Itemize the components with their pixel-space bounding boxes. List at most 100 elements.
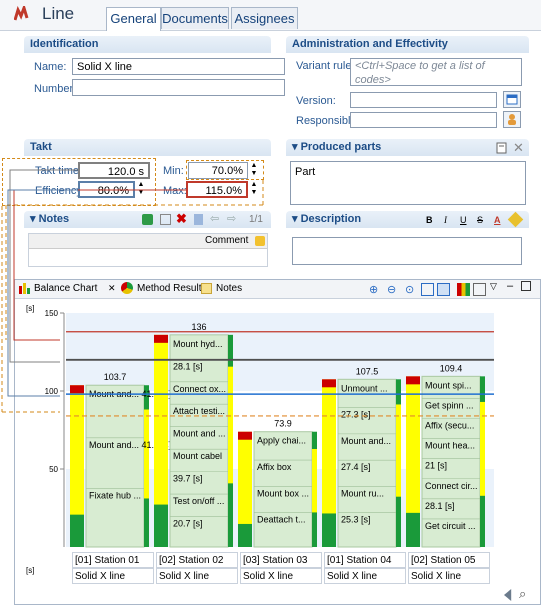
station-side-bar-yellow: [144, 409, 149, 499]
produced-parts-header[interactable]: ▾ Produced parts: [286, 139, 529, 156]
max-spinner[interactable]: ▲ ▼: [249, 181, 259, 198]
tab-documents[interactable]: Documents: [161, 7, 229, 29]
task-label: Mount box ...: [257, 488, 309, 498]
tab-notes[interactable]: Notes: [216, 283, 242, 294]
max-field[interactable]: 115.0%: [186, 181, 248, 198]
station-status-bar-red: [322, 379, 336, 388]
remove-part-icon[interactable]: ✕: [513, 140, 524, 156]
next-note-icon[interactable]: ⇨: [227, 212, 236, 225]
document-icon[interactable]: [194, 214, 203, 225]
takt-time-field[interactable]: 120.0 s: [78, 162, 150, 179]
previous-note-icon[interactable]: ⇦: [210, 212, 219, 225]
maximize-icon[interactable]: [521, 281, 531, 291]
station-name-cell[interactable]: [01] Station 04: [324, 552, 406, 568]
zoom-fit-icon[interactable]: ⊙: [405, 283, 414, 296]
version-field[interactable]: [350, 92, 497, 108]
task-label: Apply chai...: [257, 436, 306, 446]
station-name-cell[interactable]: [01] Station 01: [72, 552, 154, 568]
notes-section: ▾ Notes ✖ ⇦ ⇨ 1/1 Comment: [24, 211, 271, 269]
task-label: Unmount ...: [341, 383, 388, 393]
station-total-label: 136: [191, 322, 206, 332]
task-label: 20.7 [s]: [173, 519, 203, 529]
number-label: Number:: [34, 83, 77, 95]
y-tick-label: 100: [45, 387, 59, 396]
comment-column-header[interactable]: Comment: [205, 235, 248, 246]
new-note-icon[interactable]: [160, 214, 171, 225]
add-part-icon[interactable]: [496, 142, 508, 154]
station-status-bar-green: [238, 523, 252, 547]
description-header[interactable]: ▾ Description: [286, 211, 529, 228]
task-label: 21 [s]: [425, 461, 447, 471]
collapse-icon: ▾: [292, 213, 301, 225]
station-status-bar-red: [406, 376, 420, 385]
comment-icon[interactable]: [255, 236, 265, 246]
station-line-cell[interactable]: Solid X line: [72, 568, 154, 584]
import-icon[interactable]: [437, 283, 450, 296]
delete-note-icon[interactable]: ✖: [176, 211, 187, 227]
task-label: 27.3 [s]: [341, 410, 371, 420]
station-line-cell[interactable]: Solid X line: [408, 568, 490, 584]
min-spinner[interactable]: ▲ ▼: [249, 162, 259, 179]
station-status-bar-red: [238, 431, 252, 440]
collapse-icon: ▾: [292, 141, 301, 153]
calendar-icon: [506, 94, 518, 105]
number-field[interactable]: [72, 79, 285, 96]
page-icon[interactable]: [473, 283, 486, 296]
magnifier-icon[interactable]: ⌕: [519, 586, 526, 602]
export-icon[interactable]: [421, 283, 434, 296]
y-tick-label: 150: [45, 309, 59, 318]
name-field[interactable]: Solid X line: [72, 58, 285, 75]
station-name-cell[interactable]: [02] Station 05: [408, 552, 490, 568]
identification-section: Identification Name: Solid X line Number…: [24, 36, 285, 128]
produced-part-item[interactable]: Part: [295, 162, 521, 180]
station-name-cell[interactable]: [02] Station 02: [156, 552, 238, 568]
italic-button[interactable]: I: [444, 215, 447, 225]
color-legend-icon[interactable]: [457, 283, 470, 296]
underline-button[interactable]: U: [460, 215, 467, 225]
view-menu-icon[interactable]: ▽: [490, 281, 497, 292]
responsible-field[interactable]: [350, 112, 497, 128]
station-column: [01] Station 04 Solid X line: [324, 552, 406, 584]
task-label: Affix (secu...: [425, 421, 474, 431]
responsible-picker-button[interactable]: [503, 111, 521, 128]
strikethrough-button[interactable]: S: [477, 215, 483, 225]
station-line-cell[interactable]: Solid X line: [156, 568, 238, 584]
produced-parts-title: Produced parts: [300, 141, 382, 153]
close-tab-icon[interactable]: ✕: [108, 283, 116, 294]
min-field[interactable]: 70.0%: [188, 162, 248, 179]
efficiency-field[interactable]: 80.0%: [78, 181, 135, 198]
version-picker-button[interactable]: [503, 91, 521, 108]
task-label: Get spinn ...: [425, 400, 474, 410]
tab-general[interactable]: General: [106, 7, 161, 31]
zoom-in-icon[interactable]: ⊕: [369, 283, 378, 296]
station-side-bar-yellow: [396, 404, 401, 497]
person-icon: [508, 114, 516, 125]
station-status-bar-red: [70, 385, 84, 394]
notes-table: Comment: [28, 233, 268, 267]
minimize-icon[interactable]: –: [507, 280, 513, 292]
description-field[interactable]: [292, 237, 522, 265]
editor-header: Line General Documents Assignees: [0, 0, 541, 31]
station-line-cell[interactable]: Solid X line: [324, 568, 406, 584]
share-icon[interactable]: [142, 214, 153, 225]
collapse-icon: ▾: [30, 213, 39, 225]
station-column: [03] Station 03 Solid X line: [240, 552, 322, 584]
task-label: Mount cabel: [173, 451, 222, 461]
station-total-label: 103.7: [104, 372, 127, 382]
notes-tab-icon: [201, 283, 212, 294]
balance-chart: [s][s]15010050103.7Mount and... 41.6 [s]…: [26, 304, 494, 575]
identification-header: Identification: [24, 36, 271, 53]
variant-rule-field[interactable]: <Ctrl+Space to get a list of codes>: [350, 58, 522, 86]
tab-assignees[interactable]: Assignees: [231, 7, 298, 29]
zoom-out-icon[interactable]: ⊖: [387, 283, 396, 296]
produced-parts-section: ▾ Produced parts ✕ Part: [286, 139, 529, 205]
task-label: Mount and ...: [173, 429, 226, 439]
bold-button[interactable]: B: [426, 215, 433, 225]
tab-method-result[interactable]: Method Result: [137, 283, 201, 294]
tab-balance-chart[interactable]: Balance Chart: [34, 283, 97, 294]
task-label: Deattach t...: [257, 515, 306, 525]
station-name-cell[interactable]: [03] Station 03: [240, 552, 322, 568]
station-line-cell[interactable]: Solid X line: [240, 568, 322, 584]
efficiency-spinner[interactable]: ▲ ▼: [136, 181, 146, 198]
font-color-button[interactable]: A: [494, 215, 501, 225]
